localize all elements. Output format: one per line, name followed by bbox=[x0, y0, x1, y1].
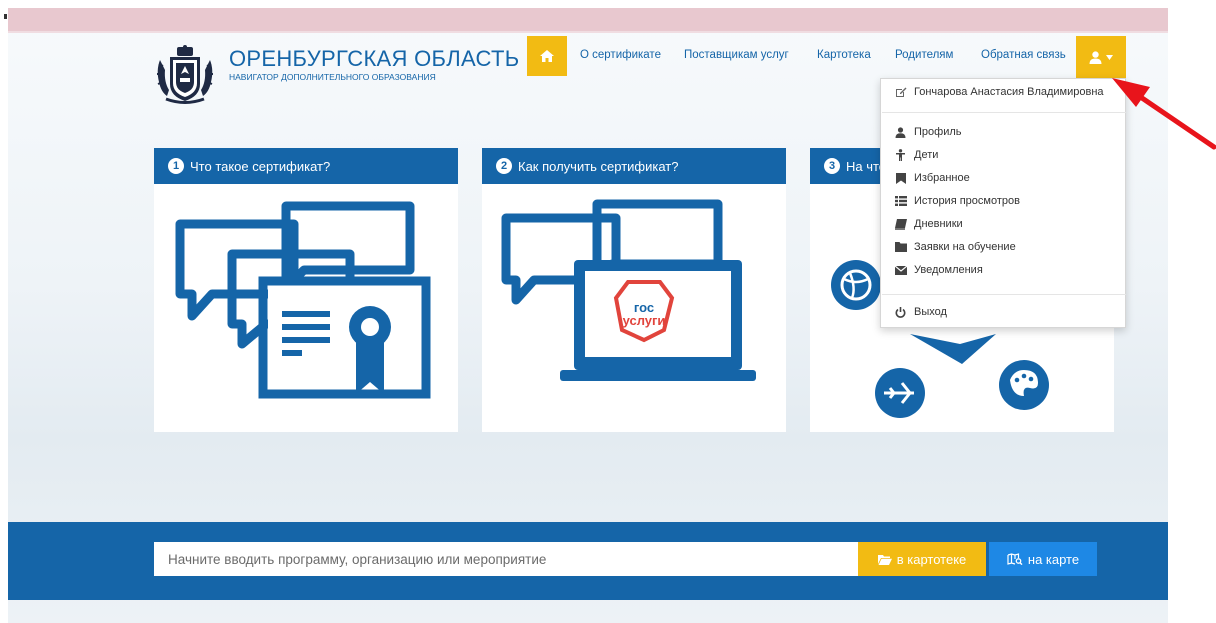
dropdown-user-row: Гончарова Анастасия Владимировна bbox=[881, 81, 1125, 99]
dropdown-item-label: Выход bbox=[914, 306, 947, 318]
map-button-label: на карте bbox=[1027, 551, 1080, 567]
dropdown-item-label: Заявки на обучение bbox=[914, 241, 1016, 253]
dropdown-item-label: Профиль bbox=[914, 126, 962, 138]
card-number: 2 bbox=[496, 158, 512, 174]
dropdown-item-notifications[interactable]: Уведомления bbox=[894, 261, 983, 279]
folder-icon bbox=[894, 241, 907, 254]
dropdown-item-favorites[interactable]: Избранное bbox=[894, 169, 970, 187]
card-number: 3 bbox=[824, 158, 840, 174]
dropdown-item-logout[interactable]: Выход bbox=[894, 303, 947, 321]
certificate-illustration bbox=[175, 201, 431, 399]
folder-open-icon bbox=[877, 554, 892, 565]
dropdown-item-label: Дети bbox=[914, 149, 939, 161]
dropdown-item-label: Дневники bbox=[914, 218, 963, 230]
dropdown-item-history[interactable]: История просмотров bbox=[894, 192, 1020, 210]
home-icon bbox=[540, 50, 554, 62]
user-dropdown-menu: Гончарова Анастасия Владимировна Профиль… bbox=[880, 78, 1126, 328]
dropdown-item-label: Уведомления bbox=[914, 264, 983, 276]
coat-of-arms-logo[interactable] bbox=[154, 44, 216, 106]
user-name-label: Гончарова Анастасия Владимировна bbox=[914, 85, 1104, 98]
caret-down-icon bbox=[1106, 54, 1113, 60]
nav-link-catalog[interactable]: Картотека bbox=[817, 49, 871, 61]
dropdown-item-label: История просмотров bbox=[914, 195, 1020, 207]
child-icon bbox=[894, 149, 907, 162]
nav-home-button[interactable] bbox=[527, 36, 567, 76]
edit-icon bbox=[894, 85, 907, 98]
site-title: ОРЕНБУРГСКАЯ ОБЛАСТЬ bbox=[229, 46, 520, 71]
nav-link-providers[interactable]: Поставщикам услуг bbox=[684, 49, 789, 61]
dropdown-divider bbox=[882, 112, 1126, 113]
top-strip bbox=[8, 8, 1168, 33]
nav-link-feedback[interactable]: Обратная связь bbox=[981, 49, 1066, 61]
dropdown-item-children[interactable]: Дети bbox=[894, 146, 938, 164]
card-header: 2 Как получить сертификат? bbox=[482, 148, 786, 184]
user-icon bbox=[894, 126, 907, 139]
site-subtitle: НАВИГАТОР ДОПОЛНИТЕЛЬНОГО ОБРАЗОВАНИЯ bbox=[229, 72, 436, 82]
search-in-catalog-button[interactable]: в картотеке bbox=[858, 542, 986, 576]
book-icon bbox=[894, 218, 907, 231]
dropdown-divider bbox=[882, 294, 1126, 295]
card-title: Как получить сертификат? bbox=[518, 158, 679, 174]
user-menu-toggle[interactable] bbox=[1076, 36, 1126, 78]
dropdown-item-profile[interactable]: Профиль bbox=[894, 123, 962, 141]
catalog-button-label: в картотеке bbox=[896, 551, 967, 567]
card-number: 1 bbox=[168, 158, 184, 174]
info-card-how-to-get[interactable]: 2 Как получить сертификат? гос услуги bbox=[482, 148, 786, 432]
search-input[interactable] bbox=[154, 542, 858, 576]
gosuslugi-badge-line2: услуги bbox=[623, 313, 666, 328]
user-icon bbox=[1089, 50, 1102, 64]
page: ОРЕНБУРГСКАЯ ОБЛАСТЬ НАВИГАТОР ДОПОЛНИТЕ… bbox=[0, 0, 1216, 623]
card-header: 1 Что такое сертификат? bbox=[154, 148, 458, 184]
info-card-what-is-certificate[interactable]: 1 Что такое сертификат? bbox=[154, 148, 458, 432]
card-title: Что такое сертификат? bbox=[190, 158, 331, 174]
list-icon bbox=[894, 195, 907, 208]
map-search-icon bbox=[1007, 553, 1023, 565]
nav-link-parents[interactable]: Родителям bbox=[895, 49, 953, 61]
bookmark-icon bbox=[894, 172, 907, 185]
nav-link-certificate[interactable]: О сертификате bbox=[580, 49, 661, 61]
laptop-gosuslugi-illustration: гос услуги bbox=[501, 199, 756, 381]
dropdown-item-label: Избранное bbox=[914, 172, 970, 184]
dropdown-user-name[interactable]: Гончарова Анастасия Владимировна bbox=[894, 85, 1104, 98]
dropdown-item-diaries[interactable]: Дневники bbox=[894, 215, 963, 233]
power-icon bbox=[894, 306, 907, 319]
envelope-icon bbox=[894, 264, 907, 277]
dropdown-item-applications[interactable]: Заявки на обучение bbox=[894, 238, 1016, 256]
search-on-map-button[interactable]: на карте bbox=[989, 542, 1097, 576]
edge-mark bbox=[4, 14, 7, 19]
